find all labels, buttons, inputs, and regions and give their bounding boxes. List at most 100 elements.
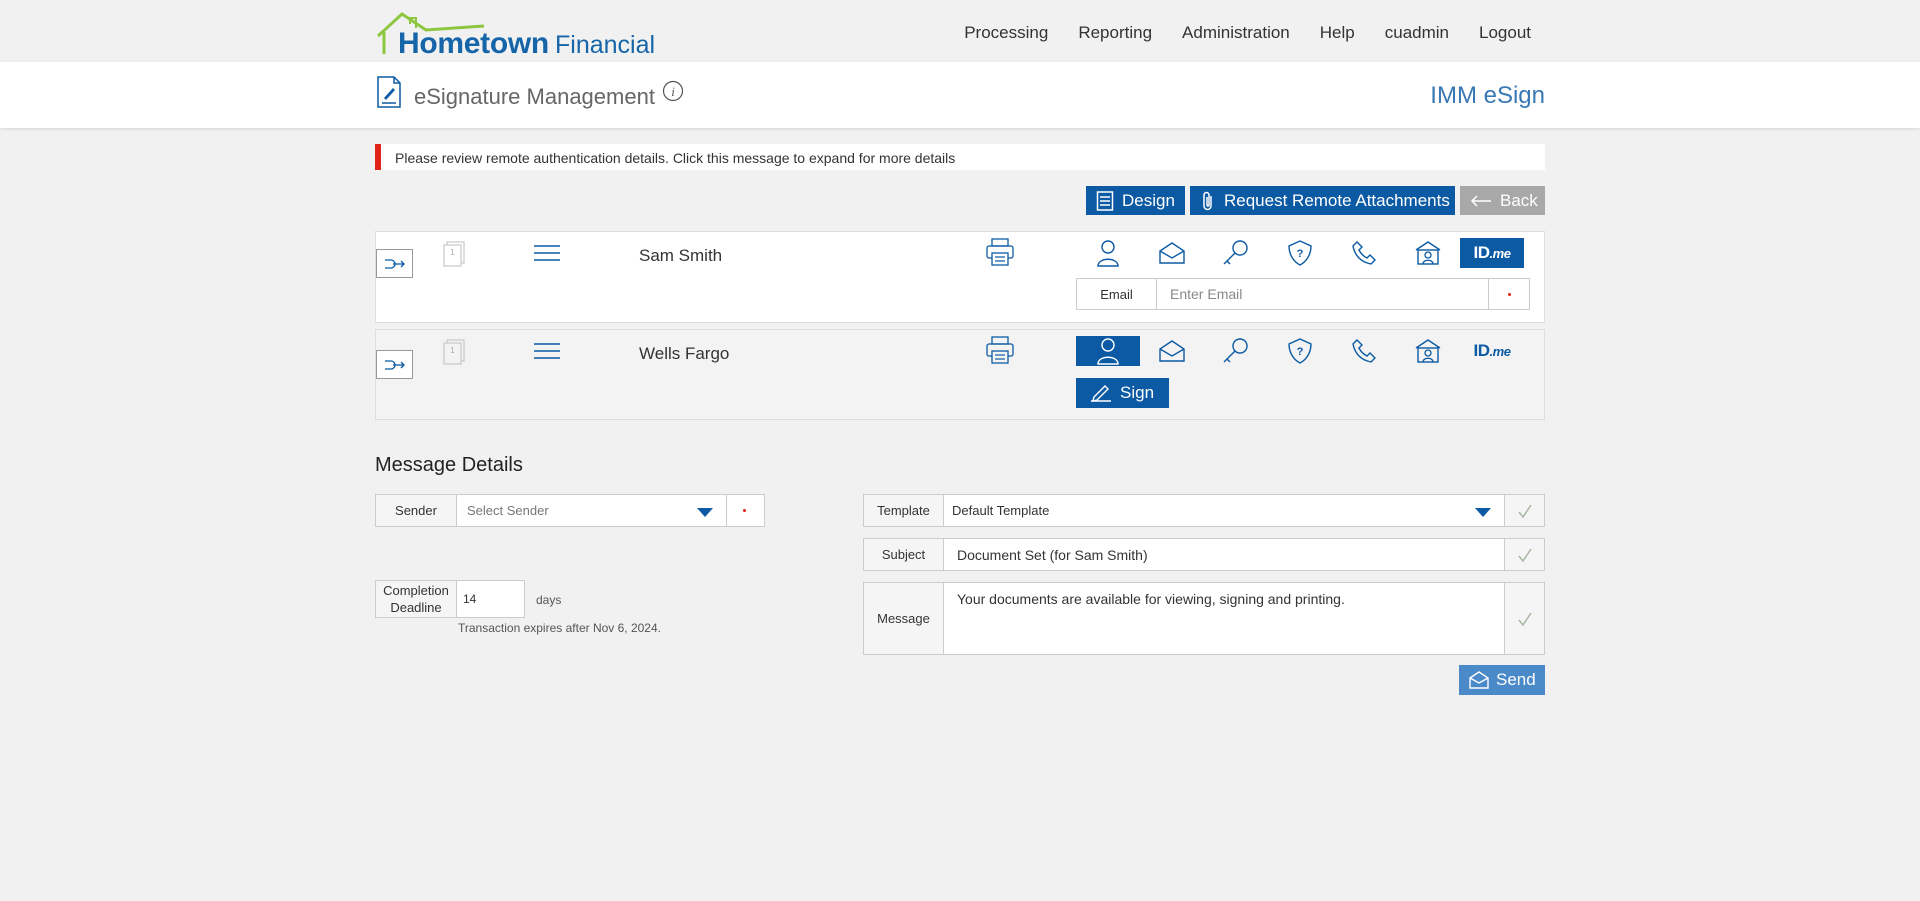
template-field: Template Default Template [863, 494, 1545, 527]
chevron-down-icon [1475, 508, 1491, 517]
hamburger-menu-icon[interactable] [533, 244, 561, 262]
required-indicator [1508, 293, 1511, 296]
sign-button[interactable]: Sign [1076, 378, 1169, 408]
printer-icon[interactable] [985, 336, 1015, 364]
access-code-auth[interactable] [1204, 238, 1268, 268]
nav-help[interactable]: Help [1320, 23, 1355, 43]
idme-icon: ID.me [1473, 341, 1511, 360]
email-icon [1159, 242, 1185, 264]
printer-icon[interactable] [985, 238, 1015, 266]
brand-logo[interactable]: Hometown Financial [376, 10, 666, 60]
recipient-name: Sam Smith [639, 246, 723, 265]
nav-logout[interactable]: Logout [1479, 23, 1531, 43]
message-valid-indicator [1504, 583, 1544, 654]
phone-auth[interactable] [1332, 238, 1396, 268]
message-textarea[interactable]: Your documents are available for viewing… [945, 583, 1505, 654]
template-valid-indicator [1504, 495, 1544, 526]
completion-deadline-label: Completion Deadline [376, 581, 457, 617]
in-person-auth[interactable] [1076, 238, 1140, 268]
phone-auth[interactable] [1332, 336, 1396, 366]
checkmark-icon [1517, 548, 1532, 562]
recipient-name: Wells Fargo [639, 344, 730, 363]
subject-field: Subject [863, 538, 1545, 571]
authentication-alert[interactable]: Please review remote authentication deta… [375, 144, 1545, 170]
template-select[interactable]: Default Template [945, 495, 1505, 526]
completion-deadline-field: Completion Deadline [375, 580, 525, 618]
esign-document-icon [377, 76, 401, 108]
email-field-group: Email [1076, 278, 1530, 310]
idme-auth[interactable]: ID.me [1460, 336, 1524, 366]
back-button[interactable]: Back [1460, 186, 1545, 215]
security-question-icon: ? [1288, 240, 1312, 266]
nav-user[interactable]: cuadmin [1385, 23, 1449, 43]
kba-icon [1415, 339, 1441, 363]
email-icon [1159, 340, 1185, 362]
subject-label: Subject [864, 539, 944, 570]
subject-valid-indicator [1504, 539, 1544, 570]
auth-method-group: ? ID.me [1076, 238, 1536, 268]
phone-icon [1352, 241, 1376, 265]
subject-input[interactable] [945, 539, 1505, 570]
back-label: Back [1500, 190, 1538, 210]
checkmark-icon [1517, 504, 1532, 518]
days-unit: days [536, 593, 562, 607]
message-value: Your documents are available for viewing… [957, 591, 1345, 607]
nav-reporting[interactable]: Reporting [1078, 23, 1152, 43]
nav-administration[interactable]: Administration [1182, 23, 1290, 43]
recipient-row: 1 Sam Smith ? ID.me Email Enter Email [375, 231, 1545, 323]
page-header: eSignature Management i IMM eSign [0, 62, 1920, 128]
email-input[interactable] [1158, 279, 1489, 309]
routing-arrow-icon [384, 258, 405, 269]
chevron-down-icon [697, 508, 713, 517]
sender-field: Sender Select Sender [375, 494, 765, 527]
kba-auth[interactable] [1396, 238, 1460, 268]
routing-arrow-icon [384, 359, 405, 370]
idme-icon: ID.me [1473, 243, 1511, 262]
main-nav: Processing Reporting Administration Help… [964, 23, 1531, 43]
idme-auth[interactable]: ID.me [1460, 238, 1524, 268]
send-button[interactable]: Send [1459, 665, 1545, 695]
info-icon[interactable]: i [662, 80, 684, 102]
security-question-auth[interactable]: ? [1268, 238, 1332, 268]
email-auth[interactable] [1140, 336, 1204, 366]
message-label: Message [864, 583, 944, 654]
sign-label: Sign [1120, 383, 1155, 402]
recipient-row: 1 Wells Fargo ? ID.me Sign [375, 329, 1545, 420]
svg-text:?: ? [1297, 248, 1304, 260]
message-details-title: Message Details [375, 454, 523, 476]
brand-name-bold: Hometown [398, 27, 549, 60]
hamburger-menu-icon[interactable] [533, 342, 561, 360]
person-icon [1097, 240, 1119, 267]
doc-count-text: 1 [450, 248, 455, 257]
phone-icon [1352, 339, 1376, 363]
template-value: Default Template [952, 503, 1050, 518]
signing-order-button[interactable] [376, 249, 413, 278]
email-auth[interactable] [1140, 238, 1204, 268]
send-label: Send [1496, 670, 1536, 689]
expiration-note: Transaction expires after Nov 6, 2024. [458, 621, 661, 635]
kba-icon [1415, 241, 1441, 265]
design-icon [1096, 190, 1114, 211]
brand-name-light: Financial [555, 31, 656, 59]
completion-days-input[interactable] [458, 581, 524, 617]
request-remote-attachments-button[interactable]: Request Remote Attachments [1190, 186, 1455, 215]
in-person-auth[interactable] [1076, 336, 1140, 366]
security-question-auth[interactable]: ? [1268, 336, 1332, 366]
design-button[interactable]: Design [1086, 186, 1185, 215]
sender-select[interactable]: Select Sender [458, 495, 727, 526]
kba-auth[interactable] [1396, 336, 1460, 366]
paperclip-icon [1203, 191, 1212, 210]
app-name: IMM eSign [1430, 82, 1545, 109]
key-icon [1223, 240, 1248, 265]
alert-text: Please review remote authentication deta… [395, 150, 956, 166]
email-label: Email [1077, 279, 1157, 309]
top-navbar: Hometown Financial Processing Reporting … [0, 0, 1920, 62]
checkmark-icon [1517, 612, 1532, 626]
svg-text:i: i [671, 84, 675, 99]
access-code-auth[interactable] [1204, 336, 1268, 366]
nav-processing[interactable]: Processing [964, 23, 1048, 43]
arrow-left-icon [1470, 194, 1491, 207]
signing-order-button[interactable] [376, 350, 413, 379]
sender-placeholder: Select Sender [467, 503, 549, 518]
send-envelope-icon [1469, 671, 1489, 689]
